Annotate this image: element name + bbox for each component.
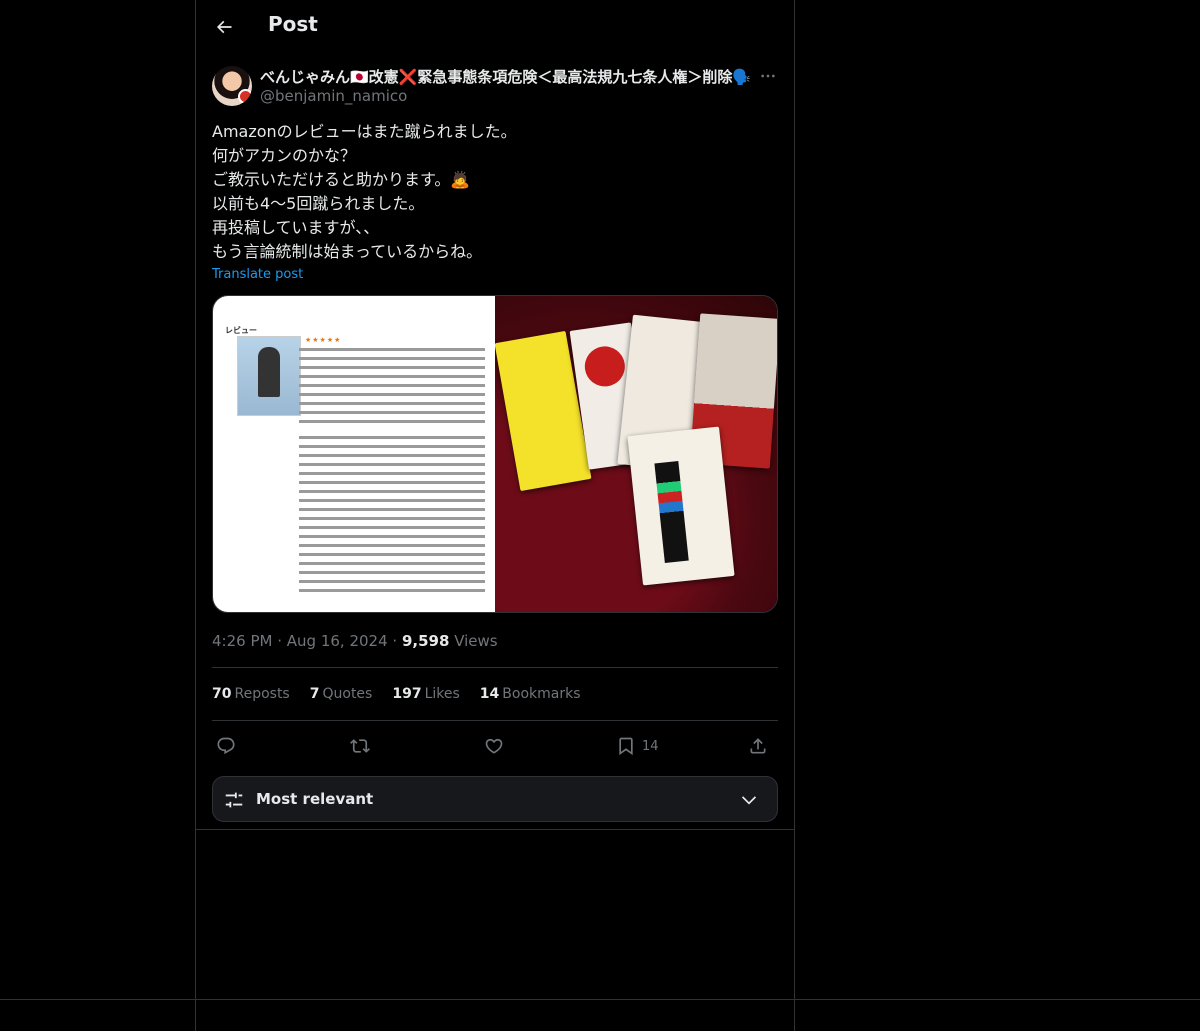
- user-handle[interactable]: @benjamin_namico: [260, 87, 407, 105]
- books-photo-image[interactable]: [495, 296, 777, 612]
- divider: [196, 829, 794, 830]
- tweet-line: ご教示いただけると助かります。🙇: [212, 170, 471, 189]
- author-row: べんじゃみん🇯🇵改憲❌緊急事態条項危険＜最高法規九七条人権＞削除🗣️ @benj…: [212, 64, 778, 108]
- share-icon: [750, 738, 766, 754]
- tweet-line: 以前も4〜5回蹴られました。: [212, 194, 425, 213]
- translate-link[interactable]: Translate post: [212, 267, 303, 282]
- tweet-text: Amazonのレビューはまた蹴られました。 何がアカンのかな？ ご教示いただける…: [212, 120, 778, 264]
- bookmark-count: 14: [642, 738, 659, 754]
- review-screenshot-image[interactable]: レビュー ★★★★★: [213, 296, 495, 612]
- media-grid: レビュー ★★★★★: [212, 295, 778, 613]
- tweet-line: もう言論統制は始まっているからね。: [212, 242, 483, 261]
- bookmarks-stat[interactable]: 14 Bookmarks: [480, 686, 581, 702]
- reply-icon: [217, 737, 235, 755]
- review-text-block: [299, 348, 485, 429]
- views-label: Views: [454, 632, 498, 650]
- page-title: Post: [268, 12, 318, 36]
- quotes-stat[interactable]: 7 Quotes: [310, 686, 373, 702]
- tweet-line: Amazonのレビューはまた蹴られました。: [212, 122, 517, 141]
- post-column: Post べんじゃみん🇯🇵改憲❌緊急事態条項危険＜最高法規九七条人権＞削除🗣️ …: [195, 0, 795, 1031]
- bookmark-icon: [619, 737, 633, 756]
- sort-dropdown[interactable]: Most relevant: [212, 776, 778, 822]
- reposts-stat[interactable]: 70 Reposts: [212, 686, 290, 702]
- heart-icon: [485, 738, 503, 754]
- review-stars: ★★★★★: [305, 336, 342, 344]
- arrow-left-icon: [216, 20, 232, 34]
- tweet-time[interactable]: 4:26 PM: [212, 632, 272, 650]
- bookmark-button[interactable]: 14: [616, 732, 659, 760]
- action-bar: 14: [212, 732, 778, 760]
- header: Post: [196, 0, 794, 54]
- book-cover: [627, 426, 735, 586]
- views-count: 9,598: [401, 632, 450, 650]
- review-product-photo: [237, 336, 301, 416]
- like-button[interactable]: [484, 732, 504, 760]
- divider: [0, 999, 1200, 1000]
- reply-button[interactable]: [216, 732, 236, 760]
- more-dots-icon: [761, 74, 775, 78]
- repost-icon: [350, 739, 370, 753]
- tweet-date[interactable]: Aug 16, 2024: [287, 632, 388, 650]
- sliders-icon: [225, 792, 243, 808]
- avatar[interactable]: [212, 66, 252, 106]
- tweet-line: 何がアカンのかな？: [212, 146, 357, 165]
- tweet-meta: 4:26 PM · Aug 16, 2024 · 9,598 Views: [212, 632, 498, 650]
- chevron-down-icon: [741, 796, 757, 805]
- display-name[interactable]: べんじゃみん🇯🇵改憲❌緊急事態条項危険＜最高法規九七条人権＞削除🗣️: [260, 66, 751, 87]
- divider: [212, 720, 778, 721]
- back-button[interactable]: [210, 13, 238, 41]
- review-text-block-lower: [299, 436, 485, 598]
- sort-label: Most relevant: [256, 790, 374, 808]
- tweet-line: 再投稿していますが、、: [212, 218, 380, 237]
- repost-button[interactable]: [350, 732, 370, 760]
- engagement-stats: 70 Reposts 7 Quotes 197 Likes 14 Bookmarks: [212, 686, 581, 702]
- divider: [212, 667, 778, 668]
- review-heading: レビュー: [225, 326, 257, 335]
- share-button[interactable]: [748, 732, 768, 760]
- more-button[interactable]: [758, 66, 778, 86]
- likes-stat[interactable]: 197 Likes: [392, 686, 459, 702]
- avatar-badge: [238, 89, 252, 104]
